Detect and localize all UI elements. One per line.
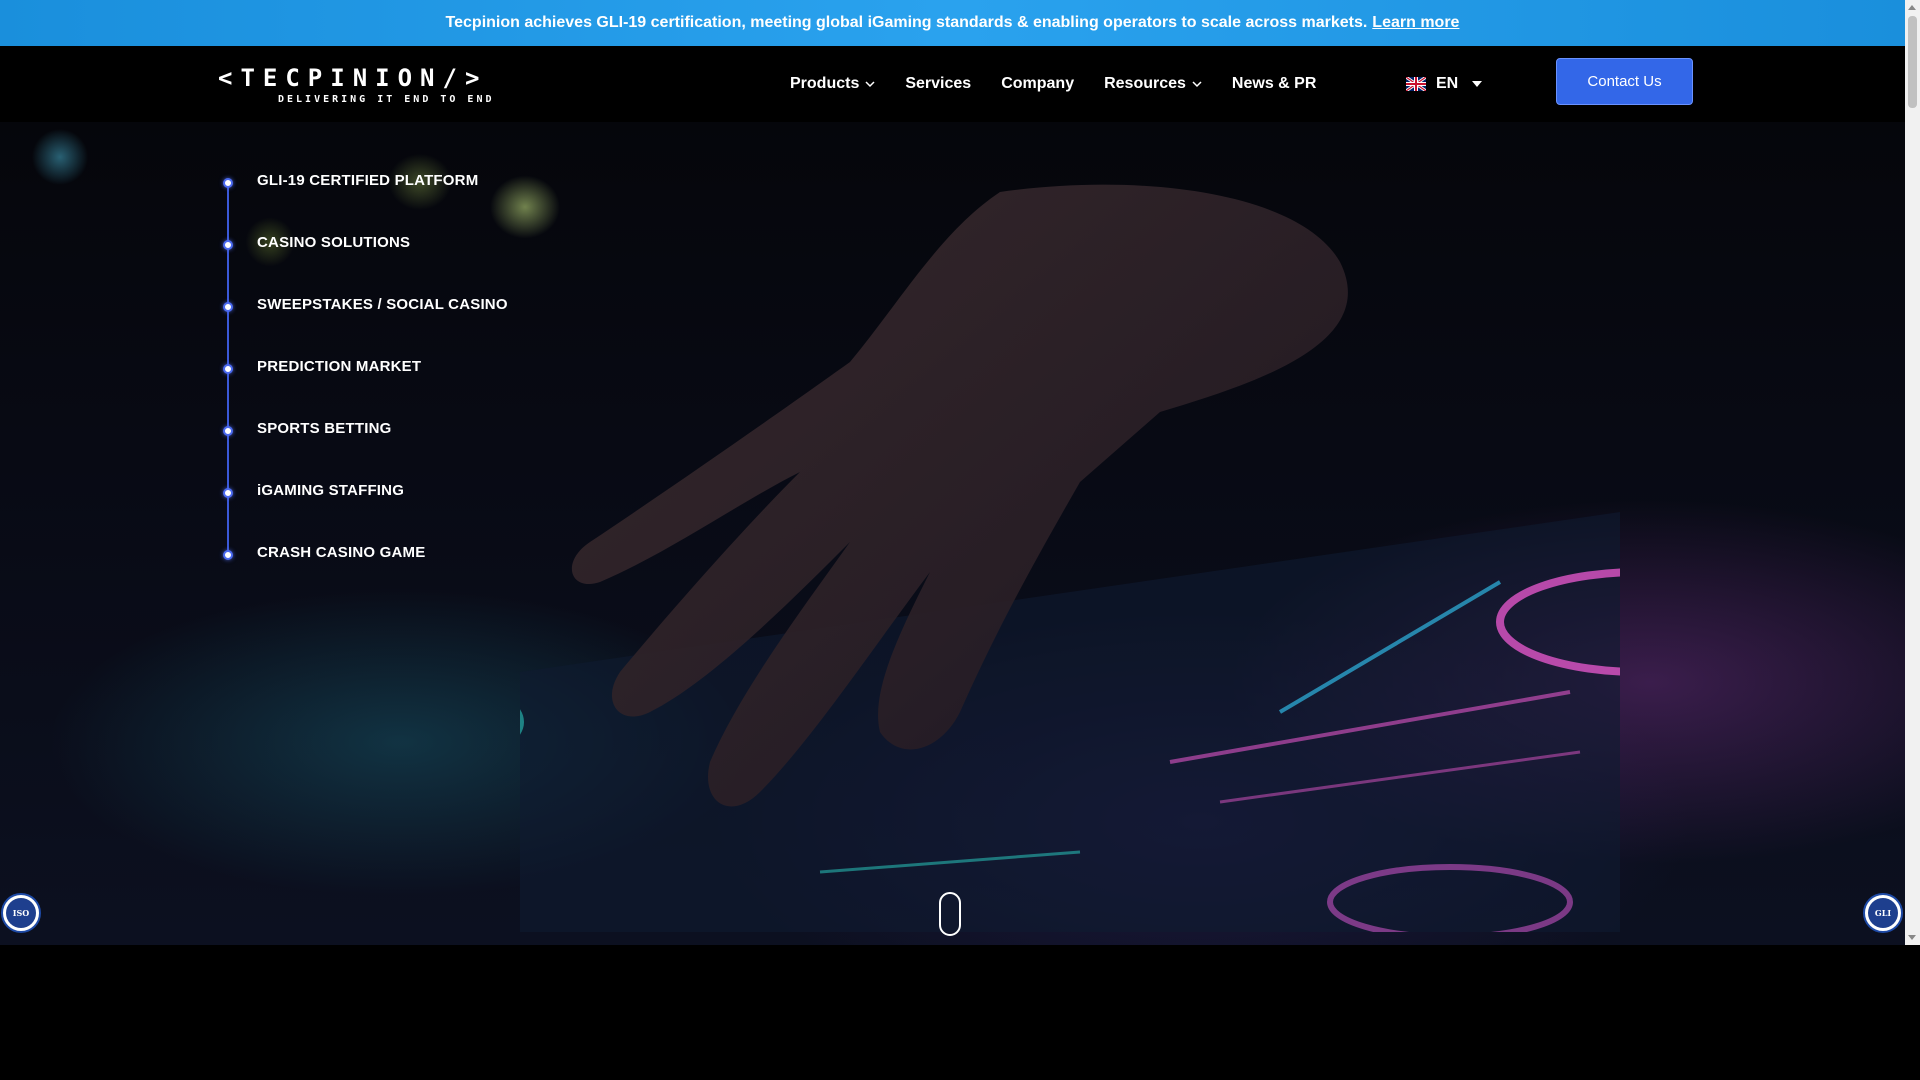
hero-item-label: GLI-19 CERTIFIED PLATFORM — [257, 172, 479, 189]
nav-services-label: Services — [905, 75, 972, 92]
chevron-down-icon — [1192, 81, 1202, 88]
nav-company-label: Company — [1001, 75, 1075, 92]
nav-resources-label: Resources — [1104, 75, 1186, 92]
chevron-down-icon — [865, 81, 875, 88]
hero-item-igaming-staffing[interactable]: iGAMING STAFFING — [220, 482, 540, 544]
timeline-dot — [223, 240, 233, 250]
language-label: EN — [1436, 75, 1459, 92]
nav-news-pr[interactable]: News & PR — [1232, 75, 1316, 93]
uk-flag-icon — [1406, 77, 1426, 91]
hero-item-label: SPORTS BETTING — [257, 420, 392, 437]
iso-badge-label: ISO — [6, 898, 36, 928]
contact-us-button[interactable]: Contact Us — [1556, 58, 1693, 105]
hero-item-prediction-market[interactable]: PREDICTION MARKET — [220, 358, 540, 420]
timeline-dot — [223, 488, 233, 498]
announcement-bar: Tecpinion achieves GLI-19 certification,… — [0, 0, 1905, 46]
hero-item-sweepstakes[interactable]: SWEEPSTAKES / SOCIAL CASINO — [220, 296, 540, 358]
hero-background-image — [520, 184, 1620, 932]
hero-feature-list: GLI-19 CERTIFIED PLATFORM CASINO SOLUTIO… — [220, 172, 540, 606]
timeline-dot — [223, 364, 233, 374]
gli-certification-badge[interactable]: GLI — [1863, 893, 1903, 933]
nav-news-pr-label: News & PR — [1231, 75, 1317, 92]
learn-more-link[interactable]: Learn more — [1372, 14, 1459, 32]
nav-services[interactable]: Services — [905, 75, 971, 93]
timeline-dot — [223, 550, 233, 560]
nav-company[interactable]: Company — [1001, 75, 1074, 93]
timeline-dot — [223, 178, 233, 188]
hero-item-label: CASINO SOLUTIONS — [257, 234, 411, 251]
hero-item-casino-solutions[interactable]: CASINO SOLUTIONS — [220, 234, 540, 296]
scrollbar-thumb[interactable] — [1908, 16, 1917, 108]
hero-item-crash-casino-game[interactable]: CRASH CASINO GAME — [220, 544, 540, 606]
main-nav: Products Services Company Resources News… — [790, 46, 1316, 122]
hero-item-label: SWEEPSTAKES / SOCIAL CASINO — [257, 296, 508, 313]
nav-resources[interactable]: Resources — [1104, 75, 1202, 93]
logo-tagline: DELIVERING IT END TO END — [278, 94, 495, 105]
tecpinion-logo[interactable]: <TECPINION/> DELIVERING IT END TO END — [218, 64, 518, 106]
gli-badge-label: GLI — [1868, 898, 1898, 928]
hero-item-label: CRASH CASINO GAME — [257, 544, 426, 561]
language-selector[interactable]: EN — [1406, 46, 1483, 122]
hero-item-gli-19[interactable]: GLI-19 CERTIFIED PLATFORM — [220, 172, 540, 234]
logo-wordmark: <TECPINION/> — [218, 64, 488, 92]
scroll-down-indicator[interactable] — [939, 892, 961, 936]
hero-item-sports-betting[interactable]: SPORTS BETTING — [220, 420, 540, 482]
viewport: Tecpinion achieves GLI-19 certification,… — [0, 0, 1905, 945]
timeline-dot — [223, 426, 233, 436]
nav-products[interactable]: Products — [790, 75, 875, 93]
caret-down-icon — [1472, 81, 1483, 87]
timeline-dot — [223, 302, 233, 312]
scroll-down-arrow-icon[interactable] — [1908, 935, 1916, 940]
announcement-text: Tecpinion achieves GLI-19 certification,… — [445, 14, 1368, 31]
hero-item-label: PREDICTION MARKET — [257, 358, 422, 375]
scroll-up-arrow-icon[interactable] — [1908, 5, 1916, 10]
page-scrollbar[interactable] — [1905, 0, 1920, 945]
iso-certification-badge[interactable]: ISO — [1, 893, 41, 933]
site-header: <TECPINION/> DELIVERING IT END TO END Pr… — [0, 46, 1905, 122]
nav-products-label: Products — [790, 75, 860, 92]
hero-item-label: iGAMING STAFFING — [257, 482, 405, 499]
